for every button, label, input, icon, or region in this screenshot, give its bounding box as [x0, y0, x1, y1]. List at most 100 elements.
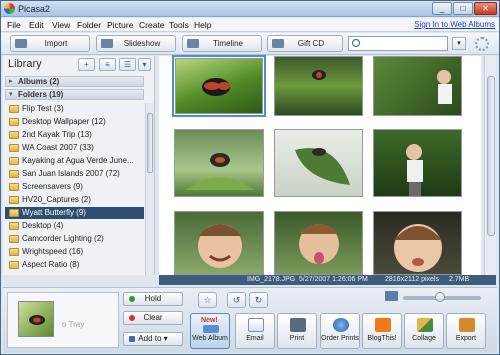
library-title: Library — [8, 58, 42, 70]
rotate-right-button[interactable]: ↻ — [249, 292, 268, 308]
tray-thumbnail[interactable] — [18, 301, 54, 337]
folder-item[interactable]: San Juan Islands 2007 (72) — [5, 168, 144, 180]
search-box[interactable] — [348, 36, 448, 51]
picasa-logo-icon — [4, 3, 15, 14]
boy-pout-image — [394, 224, 442, 272]
gift-cd-button[interactable]: Gift CD — [267, 35, 343, 52]
toolbar: Import Slideshow Timeline Gift CD ▾ — [1, 33, 499, 55]
import-label: Import — [44, 39, 68, 48]
maximize-button[interactable]: □ — [453, 2, 473, 15]
clear-button[interactable]: Clear — [123, 311, 183, 325]
zoom-slider[interactable] — [403, 292, 481, 302]
search-options-button[interactable]: ▾ — [452, 37, 466, 50]
photo-thumbnail[interactable] — [373, 129, 462, 197]
photo-thumbnail[interactable] — [274, 211, 363, 275]
library-scrollbar[interactable] — [145, 103, 154, 275]
star-icon: ☆ — [203, 295, 212, 305]
zoom-knob[interactable] — [435, 292, 445, 302]
picasa-window: Picasa2 _ □ ✕ File Edit View Folder Pict… — [0, 0, 500, 355]
butterfly-image — [202, 78, 230, 96]
folder-icon — [9, 222, 19, 230]
close-button[interactable]: ✕ — [474, 2, 497, 15]
folder-item[interactable]: Wrightspeed (16) — [5, 246, 144, 258]
menu-file[interactable]: File — [7, 20, 21, 30]
library-options-button[interactable]: ▾ — [138, 58, 151, 71]
search-input[interactable] — [363, 38, 445, 49]
export-icon — [459, 318, 475, 332]
photo-thumbnail[interactable] — [373, 211, 462, 275]
butterfly-leaves-image — [312, 70, 326, 80]
collapse-icon: ▾ — [9, 91, 13, 98]
hold-button[interactable]: Hold — [123, 292, 183, 306]
tree-view-button[interactable]: ☰ — [119, 58, 136, 71]
albums-section[interactable]: ▸ Albums (2) — [5, 76, 144, 87]
email-icon — [248, 318, 264, 332]
folder-item[interactable]: 2nd Kayak Trip (13) — [5, 129, 144, 141]
menu-folder[interactable]: Folder — [77, 20, 101, 30]
zoom-icon — [385, 291, 398, 301]
slideshow-button[interactable]: Slideshow — [96, 35, 176, 52]
folders-section[interactable]: ▾ Folders (19) — [5, 89, 144, 100]
email-button[interactable]: Email — [235, 313, 275, 349]
photo-thumbnail[interactable] — [373, 56, 462, 116]
hold-icon — [129, 296, 135, 302]
folder-item[interactable]: Screensavers (9) — [5, 181, 144, 193]
folder-icon — [9, 144, 19, 152]
status-size: 2.7MB — [449, 276, 470, 283]
albums-label: Albums (2) — [18, 77, 60, 86]
collage-button[interactable]: Collage — [404, 313, 444, 349]
menu-tools[interactable]: Tools — [169, 20, 189, 30]
folder-item[interactable]: Desktop (4) — [5, 220, 144, 232]
folder-item[interactable]: Flip Test (3) — [5, 103, 144, 115]
print-button[interactable]: Print — [277, 313, 317, 349]
add-to-button[interactable]: Add to ▾ — [123, 332, 183, 346]
folder-icon — [9, 209, 19, 217]
tray-text: o Tray — [62, 320, 85, 329]
boy-standing-image — [406, 144, 423, 196]
timeline-button[interactable]: Timeline — [182, 35, 262, 52]
list-view-button[interactable]: ≡ — [99, 58, 116, 71]
menu-picture[interactable]: Picture — [107, 20, 133, 30]
title-bar: Picasa2 _ □ ✕ — [1, 1, 499, 17]
grid-scrollbar[interactable] — [484, 56, 496, 275]
folder-item[interactable]: HV20_Captures (2) — [5, 194, 144, 206]
star-button[interactable]: ☆ — [198, 292, 217, 308]
photo-thumbnail[interactable] — [174, 129, 264, 197]
photo-thumbnail[interactable] — [172, 55, 266, 117]
folder-icon — [9, 118, 19, 126]
folder-item[interactable]: WA Coast 2007 (33) — [5, 142, 144, 154]
photo-thumbnail[interactable] — [274, 129, 363, 197]
menu-view[interactable]: View — [52, 20, 70, 30]
folder-item[interactable]: Kayaking at Agua Verde June... — [5, 155, 144, 167]
menu-create[interactable]: Create — [139, 20, 165, 30]
menu-help[interactable]: Help — [194, 20, 211, 30]
web-album-button[interactable]: New! Web Album — [190, 313, 230, 349]
status-bar: IMG_2178.JPG 5/27/2007 1:26:06 PM 2816x2… — [159, 275, 496, 285]
folder-item-selected[interactable]: Wyatt Butterfly (9) — [5, 207, 144, 219]
menu-bar: File Edit View Folder Picture Create Too… — [1, 18, 499, 32]
menu-edit[interactable]: Edit — [29, 20, 44, 30]
photo-thumbnail[interactable] — [274, 56, 363, 116]
folder-icon — [9, 105, 19, 113]
folder-item[interactable]: Camcorder Lighting (2) — [5, 233, 144, 245]
status-datetime: 5/27/2007 1:26:06 PM — [299, 276, 368, 283]
library-scroll-thumb[interactable] — [147, 113, 153, 173]
rotate-left-button[interactable]: ↺ — [227, 292, 246, 308]
grid-scroll-thumb[interactable] — [487, 76, 495, 236]
photo-thumbnail[interactable] — [174, 211, 264, 275]
blogthis-button[interactable]: BlogThis! — [362, 313, 402, 349]
signin-link[interactable]: Sign In to Web Albums — [414, 20, 495, 29]
chevron-down-icon: ▾ — [457, 40, 461, 47]
globe-icon — [333, 318, 349, 332]
export-button[interactable]: Export — [446, 313, 486, 349]
blogger-icon — [375, 318, 391, 332]
activity-spinner-icon — [475, 37, 489, 51]
folder-list: Flip Test (3) Desktop Wallpaper (12) 2nd… — [5, 103, 144, 275]
minimize-button[interactable]: _ — [432, 2, 452, 15]
butterfly-plant-image — [185, 153, 255, 190]
folder-item[interactable]: Aspect Ratio (8) — [5, 259, 144, 271]
folder-item[interactable]: Desktop Wallpaper (12) — [5, 116, 144, 128]
order-prints-button[interactable]: Order Prints — [320, 313, 360, 349]
import-button[interactable]: Import — [10, 35, 90, 52]
new-album-button[interactable]: + — [78, 58, 95, 71]
